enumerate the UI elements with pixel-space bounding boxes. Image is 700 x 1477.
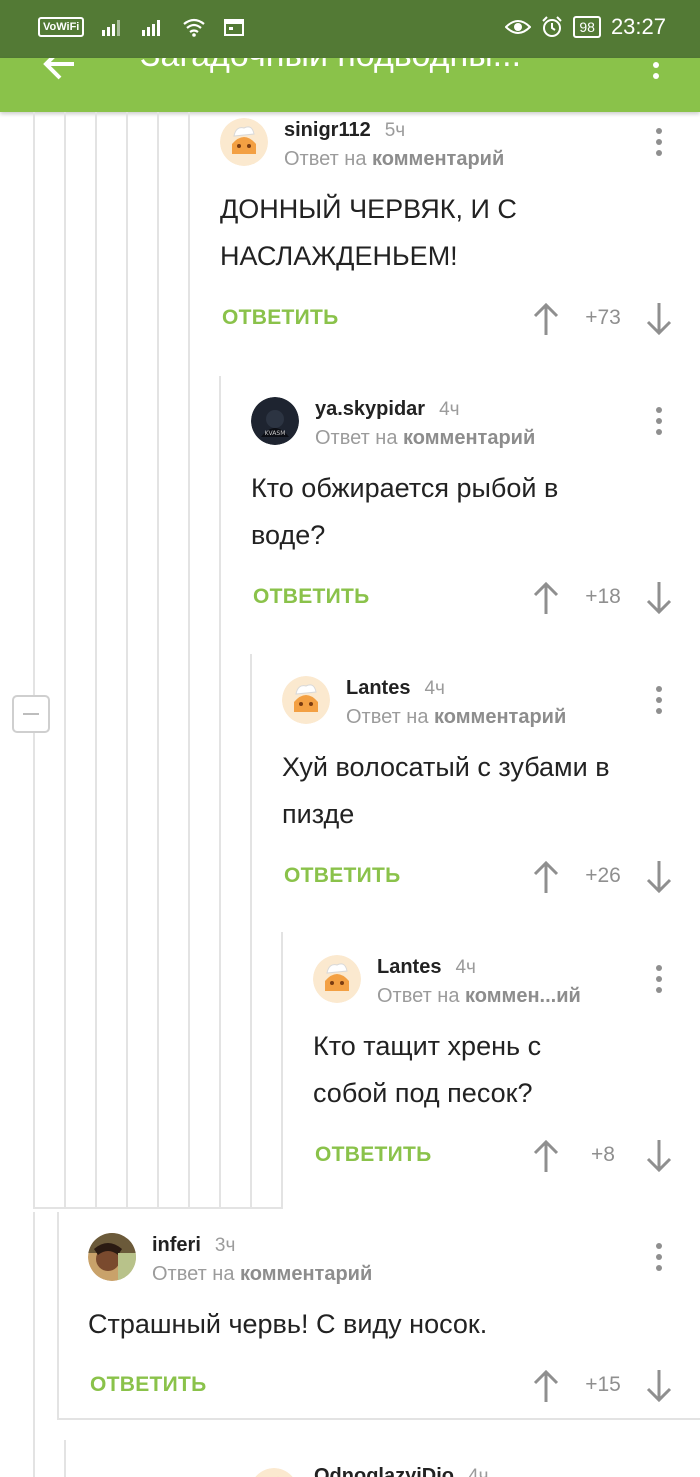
more-options-icon[interactable] bbox=[654, 965, 664, 997]
comment: OdnoglazyiDio 4ч bbox=[250, 1462, 690, 1477]
wifi-icon bbox=[183, 18, 206, 37]
thread-line bbox=[95, 112, 97, 1207]
thread-line bbox=[250, 654, 252, 1207]
vowifi-icon: VoWiFi bbox=[38, 17, 85, 37]
downvote-arrow-icon[interactable] bbox=[645, 860, 673, 894]
thread-line bbox=[64, 112, 66, 1207]
upvote-arrow-icon[interactable] bbox=[532, 860, 560, 894]
thread-line bbox=[281, 932, 283, 1207]
thread-line bbox=[188, 112, 190, 1207]
alarm-icon bbox=[542, 16, 563, 37]
thread-line bbox=[219, 376, 221, 1207]
timestamp: 4ч bbox=[455, 957, 476, 978]
username[interactable]: Lantes 4ч bbox=[377, 956, 476, 979]
upvote-arrow-icon[interactable] bbox=[532, 302, 560, 336]
downvote-arrow-icon[interactable] bbox=[645, 581, 673, 615]
comment-text: Кто обжирается рыбой в воде? bbox=[251, 473, 559, 550]
upvote-arrow-icon[interactable] bbox=[532, 1369, 560, 1403]
timestamp: 4ч bbox=[468, 1466, 489, 1477]
comment: inferi 3ч Ответ на комментарий Страшный ч… bbox=[88, 1233, 690, 1413]
reply-to-link[interactable]: Ответ на комментарий bbox=[152, 1263, 372, 1286]
thread-line bbox=[64, 1440, 66, 1477]
comment-text: ДОННЫЙ ЧЕРВЯК, И С НАСЛАЖДЕНЬЕМ! bbox=[220, 194, 517, 271]
comment: KVASM ya.skypidar 4ч Ответ на комментарий… bbox=[251, 397, 690, 627]
collapse-thread-button[interactable] bbox=[12, 695, 50, 733]
downvote-arrow-icon[interactable] bbox=[645, 302, 673, 336]
avatar bbox=[250, 1468, 298, 1477]
reply-to-link[interactable]: Ответ на комментарий bbox=[346, 706, 566, 729]
rating: +73 bbox=[585, 306, 621, 329]
battery-icon: 98 bbox=[573, 16, 601, 38]
username[interactable]: Lantes 4ч bbox=[346, 677, 445, 700]
clock: 23:27 bbox=[610, 14, 666, 39]
more-options-icon[interactable] bbox=[654, 686, 664, 718]
comment: Lantes 4ч Ответ на коммен...ий Кто тащит … bbox=[313, 955, 690, 1185]
username[interactable]: ya.skypidar 4ч bbox=[315, 398, 460, 421]
rating: +26 bbox=[585, 864, 621, 887]
more-options-icon[interactable] bbox=[654, 128, 664, 160]
reply-button[interactable]: ОТВЕТИТЬ bbox=[90, 1373, 207, 1397]
thread-line bbox=[157, 112, 159, 1207]
status-bar: VoWiFi 98 23:27 bbox=[0, 0, 700, 58]
thread-divider bbox=[57, 1418, 700, 1420]
reply-button[interactable]: ОТВЕТИТЬ bbox=[222, 306, 339, 330]
avatar: KVASM bbox=[251, 397, 299, 445]
reply-to-link[interactable]: Ответ на комментарий bbox=[284, 148, 504, 171]
thread-line bbox=[33, 1212, 35, 1477]
reply-button[interactable]: ОТВЕТИТЬ bbox=[315, 1143, 432, 1167]
reply-to-link[interactable]: Ответ на комментарий bbox=[315, 427, 535, 450]
username[interactable]: inferi 3ч bbox=[152, 1234, 235, 1257]
avatar bbox=[282, 676, 330, 724]
thread-divider bbox=[33, 1207, 283, 1209]
signal-icon bbox=[142, 20, 161, 36]
comment-text: Страшный червь! С виду носок. bbox=[88, 1309, 488, 1339]
eye-icon bbox=[505, 20, 532, 34]
timestamp: 4ч bbox=[424, 678, 445, 699]
comment-text: Кто тащит хрень с собой под песок? bbox=[313, 1031, 542, 1108]
comment: sinigr112 5ч Ответ на комментарий ДОННЫЙ … bbox=[220, 118, 690, 348]
timestamp: 4ч bbox=[439, 399, 460, 420]
reply-button[interactable]: ОТВЕТИТЬ bbox=[284, 864, 401, 888]
upvote-arrow-icon[interactable] bbox=[532, 1139, 560, 1173]
downvote-arrow-icon[interactable] bbox=[645, 1139, 673, 1173]
avatar bbox=[88, 1233, 136, 1281]
app-bar: Загадочный подводны... bbox=[0, 58, 700, 112]
username[interactable]: OdnoglazyiDio 4ч bbox=[314, 1465, 488, 1477]
more-options-icon[interactable] bbox=[654, 407, 664, 439]
avatar bbox=[220, 118, 268, 166]
signal-icon bbox=[102, 20, 121, 36]
page-title: Загадочный подводны... bbox=[140, 58, 521, 75]
rating: +18 bbox=[585, 585, 621, 608]
thread-line bbox=[33, 112, 35, 1207]
reply-button[interactable]: ОТВЕТИТЬ bbox=[253, 585, 370, 609]
back-arrow-icon[interactable] bbox=[38, 58, 78, 86]
rating: +8 bbox=[591, 1143, 615, 1166]
more-options-icon[interactable] bbox=[654, 1243, 664, 1275]
rating: +15 bbox=[585, 1373, 621, 1396]
calendar-icon bbox=[224, 19, 245, 36]
comment-text: Хуй волосатый с зубами в пизде bbox=[282, 752, 610, 829]
thread-line bbox=[57, 1212, 59, 1418]
downvote-arrow-icon[interactable] bbox=[645, 1369, 673, 1403]
username[interactable]: sinigr112 5ч bbox=[284, 119, 405, 142]
timestamp: 5ч bbox=[384, 120, 406, 141]
thread-line bbox=[126, 112, 128, 1207]
comment: Lantes 4ч Ответ на комментарий Хуй волоса… bbox=[282, 676, 690, 906]
reply-to-link[interactable]: Ответ на коммен...ий bbox=[377, 985, 581, 1008]
svg-text:KVASM: KVASM bbox=[265, 430, 286, 437]
avatar bbox=[313, 955, 361, 1003]
upvote-arrow-icon[interactable] bbox=[532, 581, 560, 615]
timestamp: 3ч bbox=[214, 1235, 236, 1256]
overflow-menu-icon[interactable] bbox=[644, 58, 668, 80]
